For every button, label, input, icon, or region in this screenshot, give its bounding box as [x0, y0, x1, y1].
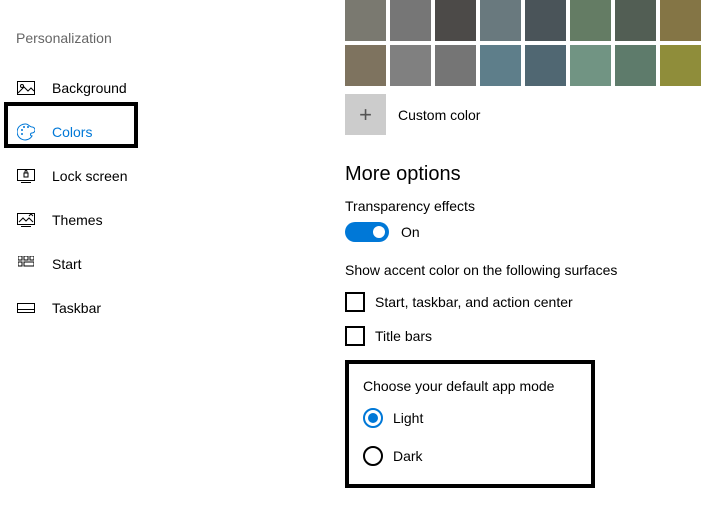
color-swatch[interactable]	[480, 0, 521, 41]
sidebar-item-label: Taskbar	[52, 300, 101, 316]
custom-color-row: + Custom color	[345, 94, 715, 135]
color-swatch[interactable]	[480, 45, 521, 86]
sidebar-item-label: Background	[52, 80, 127, 96]
sidebar-item-background[interactable]: Background	[0, 66, 260, 110]
sidebar-item-label: Lock screen	[52, 168, 127, 184]
color-swatch[interactable]	[660, 45, 701, 86]
color-swatch-grid	[345, 0, 715, 86]
color-swatch[interactable]	[615, 45, 656, 86]
sidebar-item-start[interactable]: Start	[0, 242, 260, 286]
accent-surfaces-label: Show accent color on the following surfa…	[345, 262, 715, 278]
transparency-state: On	[401, 224, 420, 240]
color-swatch[interactable]	[615, 0, 656, 41]
sidebar-item-label: Themes	[52, 212, 103, 228]
sidebar-item-taskbar[interactable]: Taskbar	[0, 286, 260, 330]
palette-icon	[16, 122, 36, 142]
color-swatch[interactable]	[525, 45, 566, 86]
checkbox-icon	[345, 292, 365, 312]
app-mode-light-label: Light	[393, 410, 423, 426]
color-swatch[interactable]	[435, 0, 476, 41]
radio-icon	[363, 408, 383, 428]
more-options-heading: More options	[345, 163, 715, 186]
accent-titlebars-checkbox-row[interactable]: Title bars	[345, 326, 715, 346]
app-mode-dark-radio[interactable]: Dark	[363, 446, 577, 466]
accent-titlebars-label: Title bars	[375, 328, 432, 344]
color-swatch[interactable]	[390, 45, 431, 86]
app-mode-light-radio[interactable]: Light	[363, 408, 577, 428]
sidebar-item-lock-screen[interactable]: Lock screen	[0, 154, 260, 198]
accent-start-label: Start, taskbar, and action center	[375, 294, 573, 310]
sidebar-item-label: Start	[52, 256, 82, 272]
custom-color-label: Custom color	[398, 107, 480, 123]
sidebar-item-label: Colors	[52, 124, 92, 140]
color-swatch[interactable]	[570, 45, 611, 86]
color-swatch[interactable]	[345, 45, 386, 86]
sidebar-title: Personalization	[0, 30, 260, 46]
custom-color-button[interactable]: +	[345, 94, 386, 135]
themes-icon	[16, 210, 36, 230]
start-tiles-icon	[16, 254, 36, 274]
toggle-knob	[373, 226, 385, 238]
app-mode-heading: Choose your default app mode	[363, 378, 577, 394]
color-swatch[interactable]	[525, 0, 566, 41]
plus-icon: +	[359, 102, 372, 128]
app-mode-section: Choose your default app mode Light Dark	[345, 360, 595, 488]
radio-icon	[363, 446, 383, 466]
main-content: + Custom color More options Transparency…	[345, 0, 715, 488]
sidebar: Personalization Background Colors Lock s…	[0, 0, 260, 330]
transparency-label: Transparency effects	[345, 198, 715, 214]
accent-start-checkbox-row[interactable]: Start, taskbar, and action center	[345, 292, 715, 312]
taskbar-icon	[16, 298, 36, 318]
checkbox-icon	[345, 326, 365, 346]
lock-screen-icon	[16, 166, 36, 186]
color-swatch[interactable]	[435, 45, 476, 86]
color-swatch[interactable]	[660, 0, 701, 41]
color-swatch[interactable]	[570, 0, 611, 41]
sidebar-item-themes[interactable]: Themes	[0, 198, 260, 242]
color-swatch[interactable]	[390, 0, 431, 41]
transparency-toggle[interactable]	[345, 222, 389, 242]
transparency-toggle-row: On	[345, 222, 715, 242]
sidebar-item-colors[interactable]: Colors	[0, 110, 260, 154]
picture-icon	[16, 78, 36, 98]
app-mode-dark-label: Dark	[393, 448, 423, 464]
color-swatch[interactable]	[345, 0, 386, 41]
